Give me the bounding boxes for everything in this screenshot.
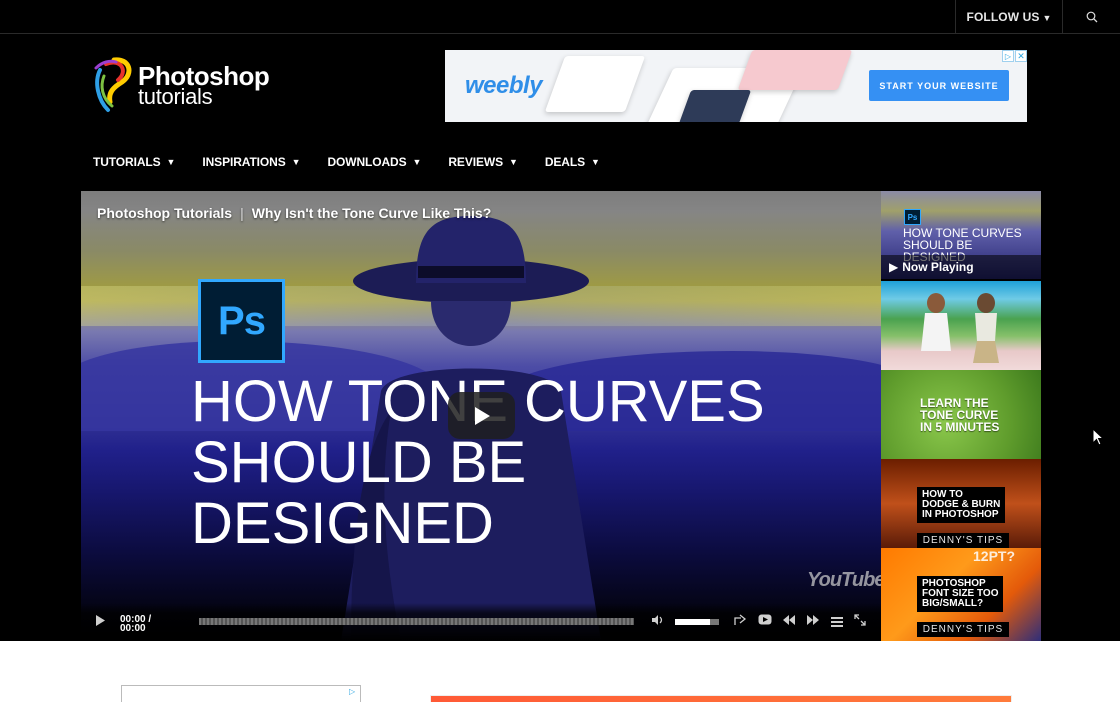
thumbnail-decoration-text: 12PT? (973, 548, 1016, 564)
playlist-item-thumbnail-text: HOW TO DODGE & BURN IN PHOTOSHOP (917, 487, 1006, 523)
adchoices-icon[interactable]: ▷ (349, 687, 358, 696)
search-icon (1086, 11, 1097, 23)
time-total: 00:00 (120, 623, 146, 634)
previous-icon[interactable] (783, 615, 796, 625)
now-playing-label: Now Playing (902, 260, 974, 274)
follow-us-label: FOLLOW US (966, 10, 1040, 24)
chevron-down-icon: ▼ (1042, 12, 1052, 23)
playlist-item[interactable]: HOW TO DODGE & BURN IN PHOTOSHOP DENNY'S… (881, 459, 1041, 548)
playlist-item[interactable]: LEARN THE TONE CURVE IN 5 MINUTES (881, 370, 1041, 459)
video-playlist: Ps HOW TONE CURVES SHOULD BE DESIGNED ▶ … (881, 191, 1041, 641)
thumbnail-line: IN PHOTOSHOP (922, 509, 999, 520)
play-small-icon[interactable] (95, 615, 105, 626)
now-playing-indicator: ▶ Now Playing (881, 255, 1041, 279)
nav-item-tutorials[interactable]: TUTORIALS ▼ (93, 152, 175, 172)
follow-us-button[interactable]: FOLLOW US ▼ (955, 0, 1062, 34)
video-title-link[interactable]: Why Isn't the Tone Curve Like This? (252, 205, 492, 221)
photoshop-badge: Ps (904, 209, 921, 225)
nav-item-downloads[interactable]: DOWNLOADS ▼ (327, 152, 421, 172)
time-display: 00:00 / 00:00 (120, 614, 152, 634)
adchoices-icon[interactable]: ▷ (1002, 50, 1014, 62)
ad-image-card (737, 50, 853, 90)
play-button[interactable] (448, 392, 515, 439)
ad-image-card (544, 56, 646, 112)
photoshop-badge: Ps (198, 279, 285, 363)
video-channel-link[interactable]: Photoshop Tutorials (97, 205, 232, 221)
site-logo[interactable]: Photoshop tutorials (92, 56, 292, 116)
nav-item-label: INSPIRATIONS (202, 155, 286, 169)
thumbnail-line: BIG/SMALL? (922, 598, 984, 609)
ad-image-card (678, 90, 752, 122)
playlist-item-thumbnail-text: PHOTOSHOP FONT SIZE TOO BIG/SMALL? (917, 576, 1004, 612)
volume-icon[interactable] (651, 614, 664, 626)
close-icon[interactable]: ✕ (1015, 50, 1027, 62)
time-separator: / (148, 614, 152, 625)
chevron-down-icon: ▼ (166, 157, 176, 167)
logo-subtitle: tutorials (138, 84, 213, 109)
nav-item-label: DOWNLOADS (327, 155, 407, 169)
thumbnail-line: IN 5 MINUTES (920, 420, 1000, 434)
playlist-item[interactable]: 12PT? PHOTOSHOP FONT SIZE TOO BIG/SMALL?… (881, 548, 1041, 641)
mouse-cursor-icon (1092, 428, 1104, 446)
video-title-separator: | (240, 205, 244, 221)
video-controls: 00:00 / 00:00 (81, 603, 881, 641)
play-icon (474, 406, 490, 425)
playlist-item[interactable] (881, 281, 1041, 370)
playlist-item-tag: DENNY'S TIPS (917, 533, 1009, 548)
play-icon: ▶ (889, 260, 899, 274)
nav-item-label: TUTORIALS (93, 155, 161, 169)
playlist-item-tag: DENNY'S TIPS (917, 622, 1009, 637)
youtube-watermark[interactable]: YouTube (807, 569, 881, 592)
overlay-line: DESIGNED (191, 491, 494, 556)
content-area: ▷ (0, 641, 1120, 702)
search-button[interactable] (1062, 0, 1120, 34)
youtube-icon[interactable] (758, 614, 772, 625)
page: FOLLOW US ▼ Photoshop tutorials weebly S… (0, 0, 1120, 702)
video-title-bar: Photoshop Tutorials | Why Isn't the Tone… (97, 205, 491, 221)
chevron-down-icon: ▼ (291, 157, 301, 167)
logo-swirl-icon (94, 57, 132, 112)
playlist-thumbnail-image (921, 293, 999, 363)
overlay-line: SHOULD BE (191, 430, 527, 495)
top-bar: FOLLOW US ▼ (0, 0, 1120, 34)
banner-ad[interactable]: weebly START YOUR WEBSITE ▷ ✕ (445, 50, 1027, 122)
video-player[interactable]: Photoshop Tutorials | Why Isn't the Tone… (81, 191, 881, 641)
playlist-item[interactable]: Ps HOW TONE CURVES SHOULD BE DESIGNED ▶ … (881, 191, 1041, 279)
volume-slider[interactable] (675, 619, 719, 625)
chevron-down-icon: ▼ (590, 157, 600, 167)
start-website-button[interactable]: START YOUR WEBSITE (869, 70, 1009, 101)
nav-item-reviews[interactable]: REVIEWS ▼ (448, 152, 518, 172)
chevron-down-icon: ▼ (509, 157, 518, 167)
nav-item-label: REVIEWS (448, 155, 503, 169)
progress-bar[interactable] (199, 618, 634, 625)
nav-item-deals[interactable]: DEALS ▼ (545, 152, 600, 172)
playlist-icon[interactable] (831, 617, 843, 627)
share-icon[interactable] (734, 614, 747, 626)
nav-item-label: DEALS (544, 155, 585, 169)
fullscreen-icon[interactable] (854, 614, 866, 626)
chevron-down-icon: ▼ (412, 157, 422, 167)
sidebar-ad[interactable]: ▷ (121, 685, 361, 702)
next-icon[interactable] (806, 615, 819, 625)
main-nav: TUTORIALS ▼ INSPIRATIONS ▼ DOWNLOADS ▼ R… (93, 152, 627, 172)
ad-brand-logo: weebly (465, 72, 543, 99)
content-ad[interactable] (430, 695, 1012, 702)
playlist-item-thumbnail-text: LEARN THE TONE CURVE IN 5 MINUTES (920, 397, 999, 433)
nav-item-inspirations[interactable]: INSPIRATIONS ▼ (202, 152, 300, 172)
